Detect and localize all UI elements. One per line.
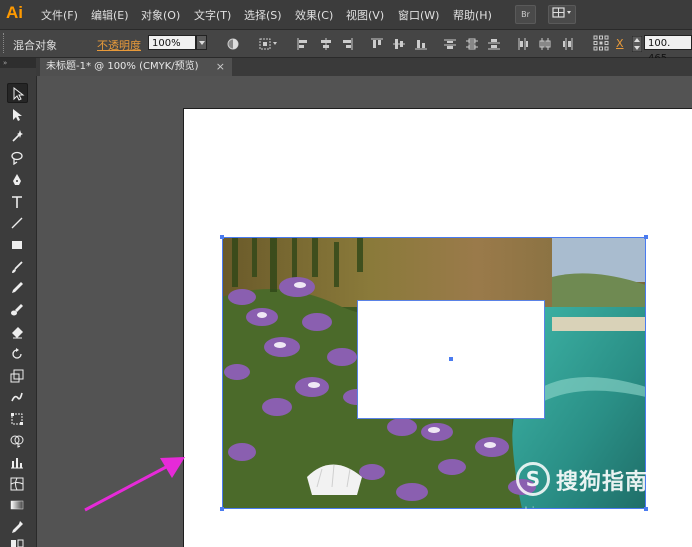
sogou-logo-icon: S <box>516 462 550 496</box>
annotation-arrow <box>80 452 190 517</box>
opacity-dropdown[interactable] <box>196 35 207 50</box>
reference-point-icon[interactable] <box>593 35 609 51</box>
align-right-icon[interactable] <box>341 38 353 50</box>
blend-tool[interactable] <box>7 536 28 547</box>
x-stepper-icon[interactable] <box>632 36 642 52</box>
resize-handle-top-right[interactable] <box>644 235 648 239</box>
magic-wand-tool[interactable] <box>7 126 28 146</box>
opacity-label[interactable]: 不透明度 <box>97 37 141 53</box>
direct-selection-tool[interactable] <box>7 105 28 125</box>
arrange-documents-icon <box>552 7 571 18</box>
watermark-text: 搜狗指南 <box>556 470 649 495</box>
menu-view[interactable]: 视图(V) <box>346 7 384 23</box>
align-vertical-center-icon[interactable] <box>393 38 405 50</box>
menu-select[interactable]: 选择(S) <box>244 7 282 23</box>
rectangle-tool[interactable] <box>7 235 28 255</box>
free-transform-tool[interactable] <box>7 409 28 429</box>
free-transform-icon <box>11 413 23 425</box>
align-left-icon[interactable] <box>297 38 309 50</box>
paintbrush-icon <box>12 261 23 273</box>
rotate-tool[interactable] <box>7 344 28 364</box>
shape-center-point <box>449 357 453 361</box>
eraser-icon <box>12 327 23 339</box>
pen-tool[interactable] <box>7 170 28 190</box>
control-bar: 混合对象 不透明度 100% X 100. <box>0 30 692 64</box>
shape-builder-tool[interactable] <box>7 431 28 451</box>
scale-icon <box>10 369 24 383</box>
menu-help[interactable]: 帮助(H) <box>453 7 492 23</box>
watermark-url: zhinan.sogou.com <box>518 504 624 519</box>
mesh-icon <box>10 477 24 491</box>
align-top-icon[interactable] <box>371 38 383 50</box>
selection-arrow-icon <box>13 87 25 101</box>
opacity-input[interactable]: 100% <box>148 35 196 50</box>
eyedropper-tool[interactable] <box>7 517 28 537</box>
magic-wand-icon <box>12 130 23 142</box>
line-segment-icon <box>11 217 23 229</box>
eraser-tool[interactable] <box>7 322 28 342</box>
column-graph-icon <box>11 458 23 469</box>
x-label[interactable]: X <box>616 37 624 50</box>
resize-handle-top-left[interactable] <box>220 235 224 239</box>
menu-bar: Ai 文件(F) 编辑(E) 对象(O) 文字(T) 选择(S) 效果(C) 视… <box>0 0 692 30</box>
distribute-right-icon[interactable] <box>562 38 574 50</box>
lasso-icon <box>11 151 23 165</box>
document-tab-bar: 未标题-1* @ 100% (CMYK/预览) × <box>36 58 692 76</box>
distribute-horizontal-center-icon[interactable] <box>539 38 551 50</box>
mesh-tool[interactable] <box>7 474 28 494</box>
eyedropper-icon <box>12 521 23 533</box>
distribute-bottom-icon[interactable] <box>488 38 500 50</box>
pencil-icon <box>12 282 23 293</box>
blob-brush-tool[interactable] <box>7 300 28 320</box>
menu-edit[interactable]: 编辑(E) <box>91 7 129 23</box>
scale-tool[interactable] <box>7 366 28 386</box>
align-bottom-icon[interactable] <box>415 38 427 50</box>
gradient-icon <box>10 500 24 510</box>
tools-panel: » <box>0 58 37 547</box>
pen-icon <box>13 174 21 185</box>
recolor-artwork-icon[interactable] <box>227 38 239 50</box>
sogou-watermark: S 搜狗指南 zhinan.sogou.com <box>516 462 688 522</box>
pencil-tool[interactable] <box>7 278 28 298</box>
menu-file[interactable]: 文件(F) <box>41 7 78 23</box>
selection-tool[interactable] <box>7 83 28 103</box>
gradient-tool[interactable] <box>7 495 28 515</box>
rectangle-icon <box>12 241 22 249</box>
type-icon <box>12 196 22 208</box>
direct-selection-arrow-icon <box>13 109 22 121</box>
distribute-left-icon[interactable] <box>517 38 529 50</box>
selection-type-label: 混合对象 <box>13 39 57 52</box>
resize-handle-bottom-left[interactable] <box>220 507 224 511</box>
paintbrush-tool[interactable] <box>7 257 28 277</box>
warp-tool[interactable] <box>7 387 28 407</box>
document-tab-title: 未标题-1* @ 100% (CMYK/预览) <box>46 61 199 72</box>
workspace-arrange-button[interactable] <box>548 5 576 24</box>
menu-type[interactable]: 文字(T) <box>194 7 231 23</box>
lasso-tool[interactable] <box>7 148 28 168</box>
bridge-button[interactable]: Br <box>515 5 536 24</box>
distribute-top-icon[interactable] <box>444 38 456 50</box>
menu-effect[interactable]: 效果(C) <box>295 7 333 23</box>
line-segment-tool[interactable] <box>7 213 28 233</box>
blob-brush-icon <box>11 304 23 316</box>
graph-tool[interactable] <box>7 452 28 472</box>
align-horizontal-center-icon[interactable] <box>320 38 332 50</box>
type-tool[interactable] <box>7 192 28 212</box>
tools-panel-collapse[interactable]: » <box>0 58 36 68</box>
shape-builder-icon <box>10 435 24 448</box>
x-position-input[interactable]: 100. 465 <box>644 35 692 64</box>
document-tab[interactable]: 未标题-1* @ 100% (CMYK/预览) × <box>40 58 232 76</box>
menu-object[interactable]: 对象(O) <box>141 7 180 23</box>
distribute-vertical-center-icon[interactable] <box>466 38 478 50</box>
align-to-selection-icon[interactable] <box>259 38 279 50</box>
app-logo: Ai <box>6 3 23 22</box>
rotate-icon <box>12 348 22 359</box>
menu-window[interactable]: 窗口(W) <box>398 7 439 23</box>
warp-icon <box>11 392 23 402</box>
close-tab-icon[interactable]: × <box>216 58 225 76</box>
control-bar-grip[interactable] <box>3 33 7 53</box>
blend-icon <box>11 539 24 547</box>
